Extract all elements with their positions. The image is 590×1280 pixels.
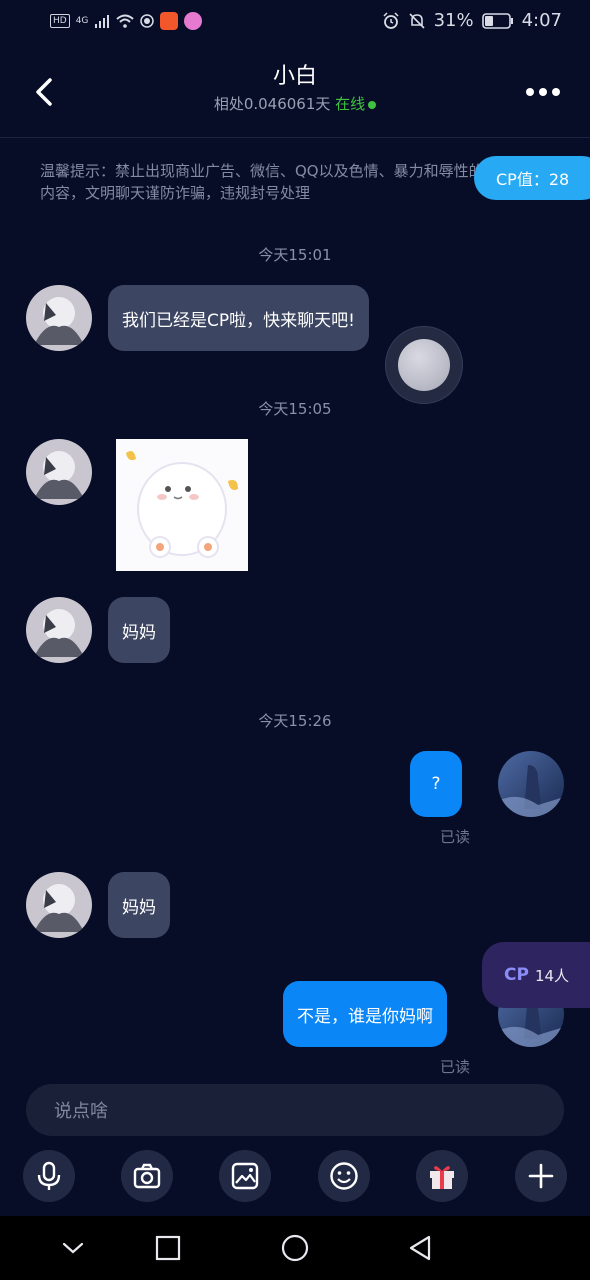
status-bar-left: HD 4G [50, 12, 203, 30]
contact-avatar[interactable] [26, 285, 92, 351]
nav-recents-button[interactable] [148, 1228, 188, 1268]
emoji-icon [330, 1162, 358, 1190]
network-type: 4G [75, 16, 89, 26]
together-duration: 相处0.046061天 [213, 95, 331, 113]
sticker-image[interactable] [116, 439, 248, 571]
more-icon-dot [526, 88, 534, 96]
timestamp: 今天15:01 [258, 246, 332, 264]
floating-ball-inner [398, 339, 450, 391]
battery-icon [481, 12, 513, 29]
battery-percent: 31% [433, 10, 474, 31]
contact-avatar[interactable] [26, 439, 92, 505]
voice-button[interactable] [23, 1150, 75, 1202]
alarm-icon [383, 11, 399, 29]
app-icon-pink [184, 12, 203, 30]
nav-collapse-button[interactable] [53, 1228, 93, 1268]
mute-bell-icon [408, 12, 425, 29]
message-bubble-incoming: 妈妈 [108, 872, 170, 938]
chat-subtitle: 相处0.046061天 在线 [0, 93, 590, 114]
clock: 4:07 [521, 10, 562, 31]
image-icon [231, 1162, 259, 1190]
gift-icon [430, 1166, 454, 1189]
triangle-back-icon [409, 1235, 431, 1261]
contact-avatar[interactable] [26, 597, 92, 663]
signal-icon [95, 15, 110, 28]
album-button[interactable] [219, 1150, 271, 1202]
chat-title: 小白 [272, 64, 317, 89]
read-receipt: 已读 [440, 1058, 471, 1076]
wifi-icon [116, 14, 135, 28]
message-bubble-outgoing: ? [410, 751, 462, 817]
nav-back-button[interactable] [400, 1228, 440, 1268]
cp-count: 14人 [534, 966, 570, 985]
more-actions-button[interactable] [515, 1150, 567, 1202]
online-dot [368, 100, 377, 109]
message-bubble-outgoing: 不是，谁是你妈啊 [283, 981, 447, 1047]
cp-label: CP [504, 965, 529, 985]
microphone-icon [37, 1161, 61, 1190]
contact-avatar[interactable] [26, 872, 92, 938]
cp-value-pill[interactable]: CP值：28 [474, 156, 590, 200]
more-icon-dot [539, 88, 547, 96]
gift-button[interactable] [416, 1150, 468, 1202]
message-input[interactable]: 说点啥 [26, 1084, 564, 1136]
more-button[interactable] [526, 82, 562, 102]
online-status: 在线 [335, 95, 366, 113]
status-bar: HD 4G 31% 4:07 [0, 0, 590, 46]
more-icon-dot [552, 88, 560, 96]
read-receipt: 已读 [440, 828, 471, 846]
notice-text: 温馨提示：禁止出现商业广告、微信、QQ以及色情、暴力和辱性的内容，文明聊天谨防诈… [40, 162, 484, 202]
chevron-down-icon [62, 1242, 84, 1254]
emoji-button[interactable] [318, 1150, 370, 1202]
camera-icon [133, 1163, 161, 1189]
plus-icon [528, 1163, 554, 1189]
timestamp: 今天15:26 [258, 712, 332, 730]
message-bubble-incoming: 我们已经是CP啦，快来聊天吧! [108, 285, 369, 351]
cp-count-tab[interactable]: CP 14人 [482, 942, 590, 1008]
status-bar-right: 31% 4:07 [382, 10, 562, 31]
camera-button[interactable] [121, 1150, 173, 1202]
square-icon [155, 1235, 181, 1261]
app-icon-orange [160, 12, 179, 30]
record-icon [140, 14, 155, 28]
message-bubble-incoming: 妈妈 [108, 597, 170, 663]
my-avatar[interactable] [498, 751, 564, 817]
floating-ball[interactable] [385, 326, 463, 404]
hd-badge: HD [50, 14, 70, 28]
timestamp: 今天15:05 [258, 400, 332, 418]
header-divider [0, 137, 590, 138]
circle-icon [281, 1234, 309, 1262]
nav-home-button[interactable] [275, 1228, 315, 1268]
